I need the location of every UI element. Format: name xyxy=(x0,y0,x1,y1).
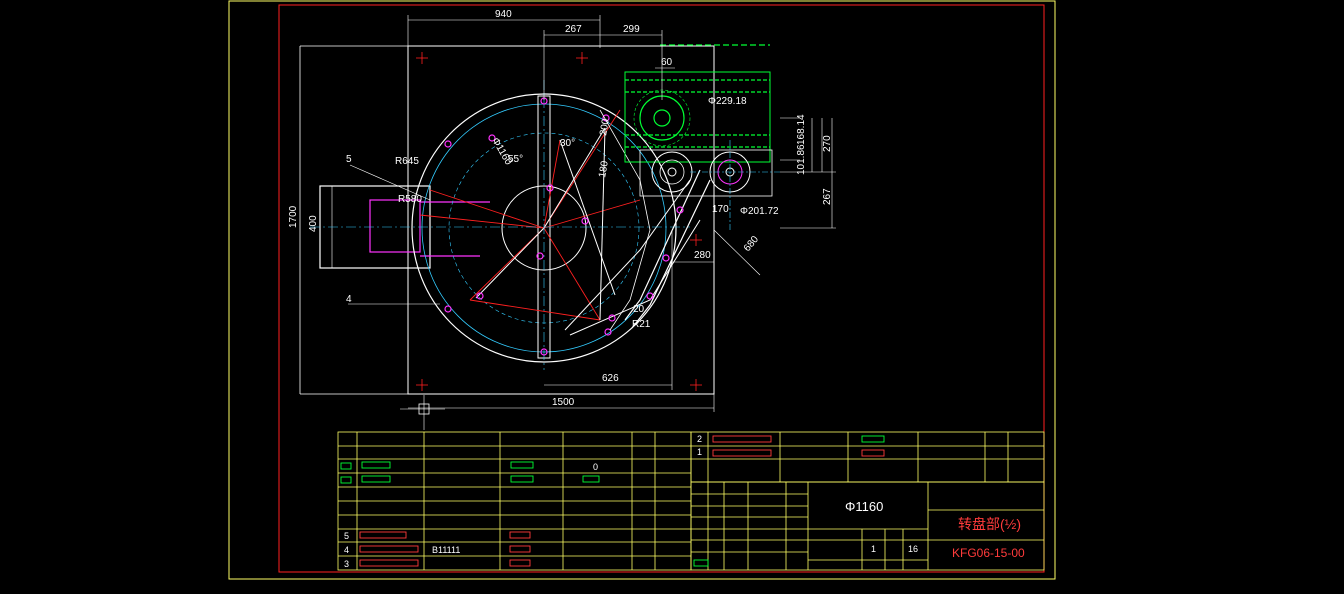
dim-1500: 1500 xyxy=(552,397,575,408)
dim-626: 626 xyxy=(602,373,619,384)
dim-30deg: 30° xyxy=(560,138,575,149)
outer-border xyxy=(228,0,1056,580)
dim-299: 299 xyxy=(623,24,640,35)
dim-r580: R580 xyxy=(398,194,422,205)
dim-101-86: 101.86 xyxy=(796,144,807,175)
dim-680: 680 xyxy=(742,234,761,254)
title-block-text: 5 4 3 B11111 0 2 1 Φ1160 转盘部(½) KFG06-15… xyxy=(344,434,1025,569)
dim-r21: R21 xyxy=(632,319,651,330)
dim-400: 400 xyxy=(308,215,319,232)
drawing-number: KFG06-15-00 xyxy=(952,546,1025,560)
item-label-4: 4 xyxy=(346,294,352,305)
dim-940: 940 xyxy=(495,9,512,20)
dim-280: 280 xyxy=(694,250,711,261)
qty: 1 xyxy=(871,544,876,554)
cad-drawing: 940 267 299 60 1500 626 1700 400 270 267… xyxy=(228,0,1056,580)
dim-267-right: 267 xyxy=(822,188,833,205)
row-num-4: 4 xyxy=(344,545,349,555)
dim-55deg: 55° xyxy=(508,154,523,165)
main-view: 940 267 299 60 1500 626 1700 400 270 267… xyxy=(288,9,836,430)
dim-180: 180 xyxy=(597,160,611,179)
dim-270: 270 xyxy=(822,135,833,152)
dim-1700: 1700 xyxy=(288,205,299,228)
dim-r645: R645 xyxy=(395,156,419,167)
row-num-5: 5 xyxy=(344,531,349,541)
dim-229-18: Φ229.18 xyxy=(708,96,747,107)
row-num-3: 3 xyxy=(344,559,349,569)
dim-168-14: 168.14 xyxy=(796,114,807,145)
title-diameter: Φ1160 xyxy=(845,499,883,514)
drawing-title: 转盘部(½) xyxy=(958,516,1021,532)
dim-20: 20 xyxy=(633,304,645,315)
right-row-1: 1 xyxy=(697,447,702,457)
dim-267-top: 267 xyxy=(565,24,582,35)
dim-200: 200 xyxy=(598,118,612,137)
dim-201-72: Φ201.72 xyxy=(740,206,779,217)
right-row-2: 2 xyxy=(697,434,702,444)
sheet: 16 xyxy=(908,544,918,554)
row-4-text: B11111 xyxy=(432,545,460,555)
item-label-5: 5 xyxy=(346,154,352,165)
dim-170: 170 xyxy=(712,204,729,215)
base-plate xyxy=(407,45,715,395)
row-zero: 0 xyxy=(593,462,598,472)
dim-60: 60 xyxy=(661,57,673,68)
chain-assembly xyxy=(608,44,780,329)
